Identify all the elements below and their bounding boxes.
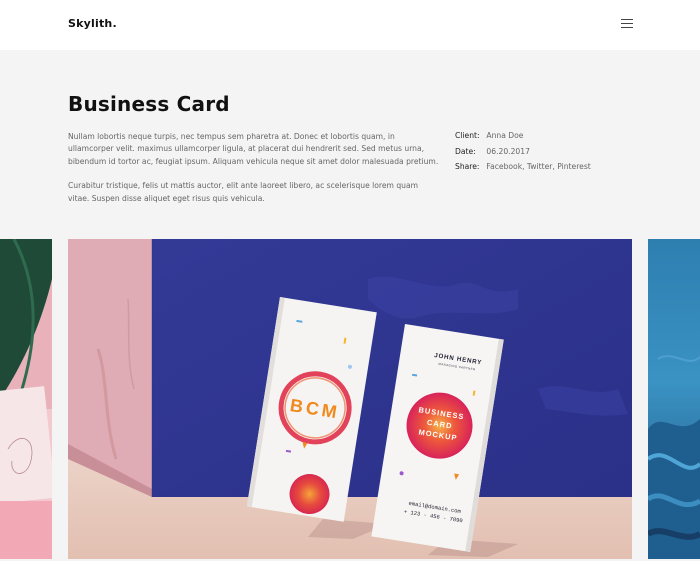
gallery-slide-active[interactable]: BCM JOHN HENRY MANAGING PARTNER BUSINESS… [68,239,632,559]
meta-label: Share: [455,162,480,171]
image-gallery[interactable]: BCM JOHN HENRY MANAGING PARTNER BUSINESS… [0,239,700,559]
project-meta: Client: Anna Doe Date: 06.20.2017 Share:… [455,131,591,178]
menu-icon-bar [621,27,633,28]
meta-row-date: Date: 06.20.2017 [455,147,591,163]
share-links[interactable]: Facebook, Twitter, Pinterest [486,162,590,171]
gallery-slide-next[interactable] [648,239,700,559]
site-header: Skylith. [0,0,700,50]
meta-label: Client: [455,131,480,140]
gallery-slide-previous[interactable] [0,239,52,559]
menu-icon-bar [621,23,633,24]
menu-icon-bar [621,19,633,20]
meta-value: Anna Doe [486,131,524,140]
next-slide-image [648,239,700,559]
meta-label: Date: [455,146,476,156]
previous-slide-image [0,239,52,559]
meta-row-client: Client: Anna Doe [455,131,591,147]
meta-row-share: Share: Facebook, Twitter, Pinterest [455,162,591,178]
project-description: Nullam lobortis neque turpis, nec tempus… [68,131,440,217]
description-paragraph: Curabitur tristique, felis ut mattis auc… [68,181,419,203]
business-card-mockup-image: BCM JOHN HENRY MANAGING PARTNER BUSINESS… [68,239,632,559]
project-title: Business Card [68,92,230,116]
meta-value: 06.20.2017 [486,146,530,156]
hamburger-menu-icon[interactable] [621,19,633,30]
site-logo[interactable]: Skylith. [68,17,117,30]
description-paragraph: Nullam lobortis neque turpis, nec tempus… [68,132,439,166]
